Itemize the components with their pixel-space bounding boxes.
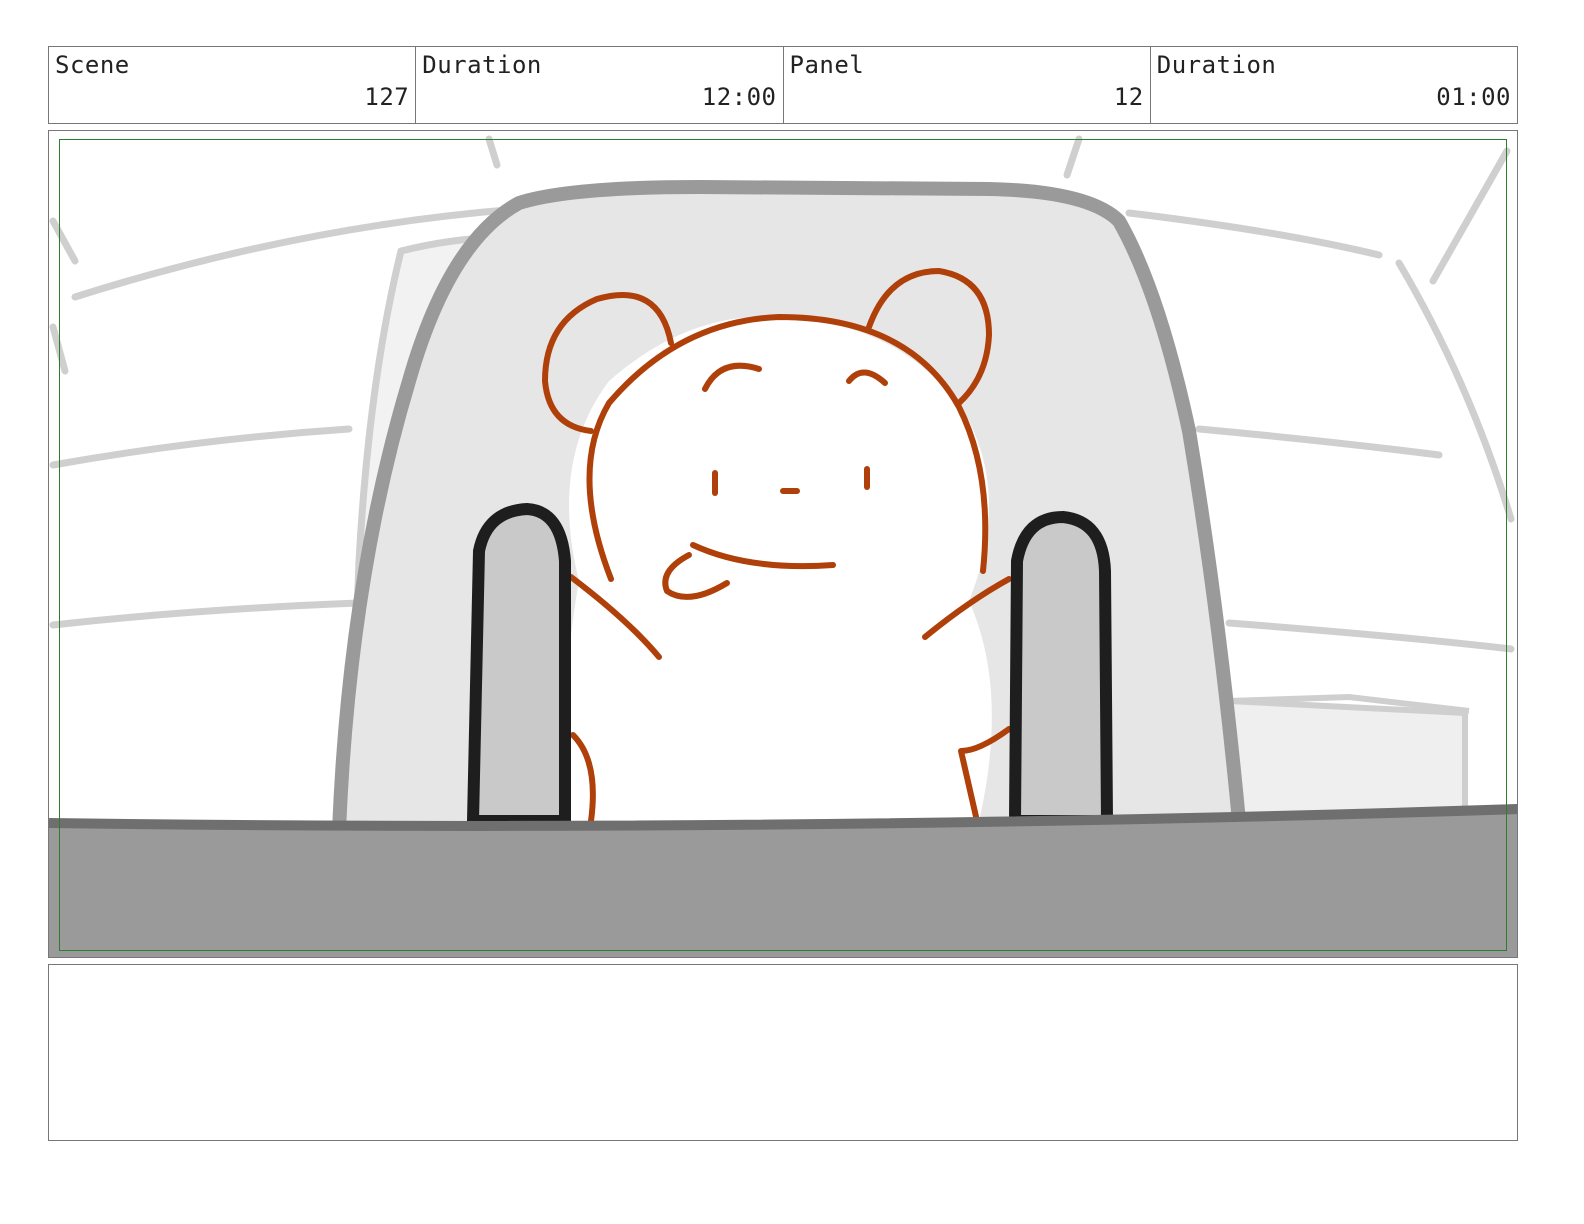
scene-duration-value: 12:00 [701,83,777,111]
panel-duration-value: 01:00 [1436,83,1511,111]
panel-notes-box[interactable] [48,964,1518,1141]
panel-duration-cell: Duration 01:00 [1151,47,1517,123]
armrest-post-right [1009,511,1113,827]
bear-body [565,316,992,821]
scene-duration-label: Duration [422,51,542,79]
panel-label: Panel [789,51,865,79]
panel-info-header: Scene 127 Duration 12:00 Panel 12 Durati… [48,46,1518,124]
scene-label: Scene [55,51,130,79]
panel-cell: Panel 12 [784,47,1151,123]
scene-cell: Scene 127 [49,47,417,123]
scene-number: 127 [364,83,410,111]
panel-duration-label: Duration [1156,51,1277,79]
panel-drawing [49,135,1517,957]
back-seat-right [1226,697,1468,824]
scene-duration-cell: Duration 12:00 [416,47,784,123]
storyboard-panel [48,130,1518,958]
armrest-post-left [467,503,571,827]
panel-number: 12 [1113,83,1144,111]
